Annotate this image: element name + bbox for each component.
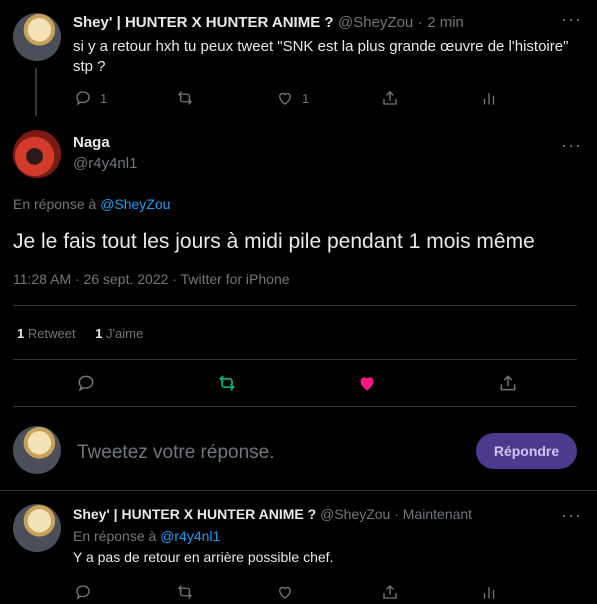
engagement-stats: 1 Retweet 1 J'aime <box>17 326 143 341</box>
retweet-count: 1 <box>17 326 25 341</box>
share-action[interactable] <box>381 583 399 601</box>
thread-line <box>35 68 37 116</box>
retweet-icon <box>178 585 192 599</box>
analytics-action[interactable] <box>480 89 498 107</box>
more-options-icon[interactable]: ··· <box>561 506 582 524</box>
in-reply-prefix: En réponse à <box>73 528 157 544</box>
like-count: 1 <box>302 90 310 106</box>
in-reply-to: En réponse à @SheyZou <box>13 196 170 212</box>
author-name[interactable]: Naga <box>73 134 110 151</box>
reply-icon <box>76 91 90 106</box>
retweet-action[interactable] <box>176 583 194 601</box>
share-icon <box>383 585 397 599</box>
tweet-header: Shey' | HUNTER X HUNTER ANIME ? @SheyZou… <box>73 506 472 522</box>
tweet-text-line: stp ? <box>73 58 106 75</box>
reply-button[interactable] <box>76 373 96 393</box>
avatar[interactable] <box>13 13 61 61</box>
tweet-text: Je le fais tout les jours à midi pile pe… <box>13 230 535 253</box>
like-action[interactable]: 1 <box>276 89 309 107</box>
divider <box>0 490 597 491</box>
in-reply-handle[interactable]: @r4y4nl1 <box>160 528 220 544</box>
reply-input[interactable] <box>75 438 459 468</box>
like-stat[interactable]: 1 J'aime <box>95 326 143 341</box>
retweet-icon <box>178 91 192 105</box>
in-reply-prefix: En réponse à <box>13 196 97 212</box>
avatar[interactable] <box>13 426 61 474</box>
analytics-icon <box>483 586 495 599</box>
author-name[interactable]: Shey' | HUNTER X HUNTER ANIME ? <box>73 14 334 31</box>
tweet-time[interactable]: Maintenant <box>403 506 472 522</box>
like-button[interactable] <box>357 373 377 393</box>
more-options-icon[interactable]: ··· <box>561 136 582 154</box>
separator: · <box>394 506 399 522</box>
reply-action[interactable]: 1 <box>74 89 107 107</box>
retweet-stat[interactable]: 1 Retweet <box>17 326 79 341</box>
reply-action[interactable] <box>74 583 92 601</box>
tweet-text: Y a pas de retour en arrière possible ch… <box>73 549 334 565</box>
avatar[interactable] <box>13 504 61 552</box>
author-handle[interactable]: @SheyZou <box>320 506 390 522</box>
reply-icon <box>76 585 90 600</box>
like-label: J'aime <box>106 326 144 341</box>
separator: · <box>417 14 423 31</box>
divider <box>13 359 577 360</box>
like-action[interactable] <box>276 583 294 601</box>
analytics-icon <box>483 92 495 105</box>
tweet-time[interactable]: 2 min <box>427 14 464 31</box>
author-handle[interactable]: @SheyZou <box>338 14 413 31</box>
reply-count: 1 <box>100 90 108 106</box>
retweet-label: Retweet <box>27 326 76 341</box>
tweet-text-line: si y a retour hxh tu peux tweet "SNK est… <box>73 38 569 55</box>
tweet-header: Shey' | HUNTER X HUNTER ANIME ? @SheyZou… <box>73 14 464 32</box>
in-reply-handle[interactable]: @SheyZou <box>100 196 170 212</box>
tweet-meta[interactable]: 11:28 AM · 26 sept. 2022 · Twitter for i… <box>13 271 290 287</box>
share-action[interactable] <box>381 89 399 107</box>
divider <box>13 406 577 407</box>
share-icon <box>383 91 397 105</box>
avatar[interactable] <box>13 130 61 178</box>
reply-icon <box>78 375 94 392</box>
share-button[interactable] <box>498 373 518 393</box>
heart-icon <box>360 377 374 391</box>
share-icon <box>500 375 516 391</box>
heart-icon <box>279 586 291 599</box>
retweet-icon <box>219 375 235 391</box>
more-options-icon[interactable]: ··· <box>561 10 582 28</box>
author-name[interactable]: Shey' | HUNTER X HUNTER ANIME ? <box>73 506 316 522</box>
tweet-text: si y a retour hxh tu peux tweet "SNK est… <box>73 37 583 77</box>
heart-icon <box>279 92 291 105</box>
author-handle[interactable]: @r4y4nl1 <box>73 155 137 172</box>
analytics-action[interactable] <box>480 583 498 601</box>
like-count: 1 <box>95 326 103 341</box>
retweet-action[interactable] <box>176 89 194 107</box>
retweet-button[interactable] <box>217 373 237 393</box>
reply-submit-button[interactable]: Répondre <box>476 433 577 469</box>
divider <box>13 305 577 306</box>
in-reply-to: En réponse à @r4y4nl1 <box>73 528 220 544</box>
